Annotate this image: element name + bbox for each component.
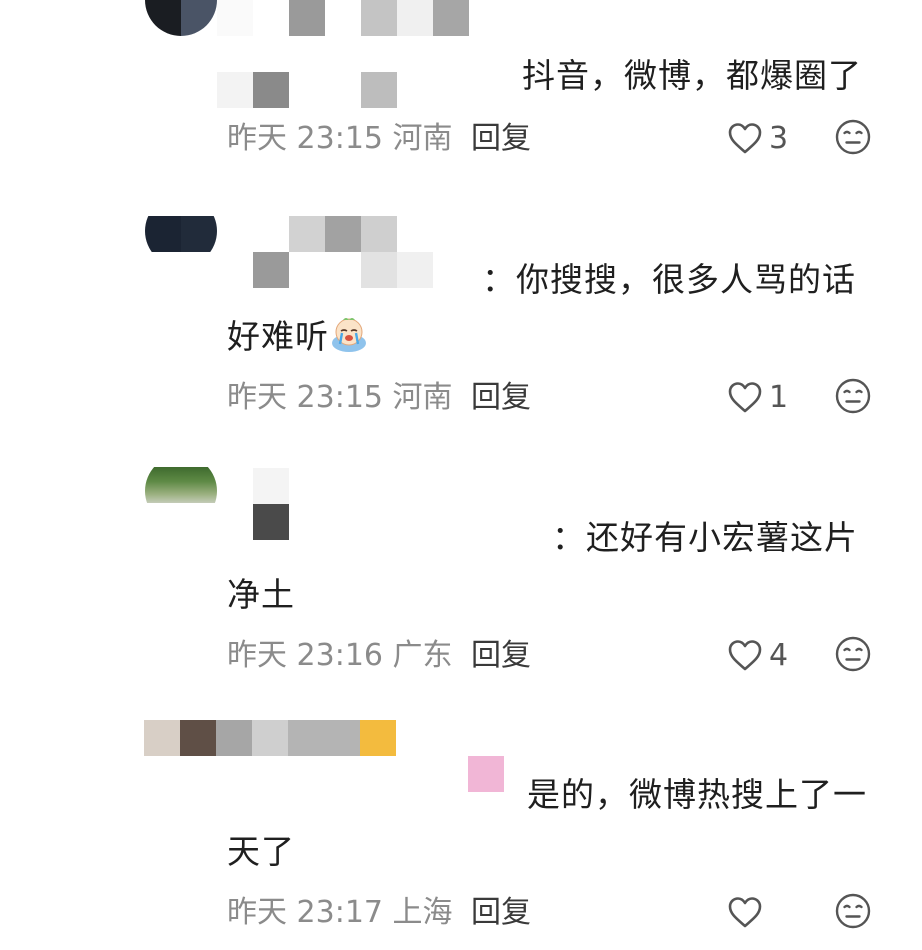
comment-timestamp: 昨天 23:15	[227, 121, 383, 156]
comment-text: ：你搜搜，很多人骂的话 好难听	[227, 251, 874, 365]
comment-meta: 昨天 23:15 河南 回复 3	[227, 117, 882, 161]
like-count: 3	[769, 121, 789, 156]
comment-location: 河南	[392, 121, 453, 156]
avatar[interactable]	[145, 455, 217, 527]
comment-time: 昨天 23:15 河南	[227, 117, 453, 161]
heart-outline-icon[interactable]	[727, 380, 763, 416]
crying-face-emoji	[329, 314, 369, 354]
comment-item: ：还好有小宏薯这片 净土 昨天 23:16 广东 回复 4	[0, 455, 922, 695]
neutral-face-icon[interactable]	[834, 118, 872, 156]
comment-time: 昨天 23:15 河南	[227, 376, 453, 420]
neutral-face-icon[interactable]	[834, 892, 872, 930]
like-count: 1	[769, 380, 789, 415]
comment-text-line1: 抖音，微博，都爆圈了	[522, 56, 862, 95]
comment-text-line1: ：你搜搜，很多人骂的话	[482, 260, 856, 299]
neutral-face-icon[interactable]	[834, 377, 872, 415]
comment-text-line2-text: 好难听	[227, 317, 329, 356]
like-count: 4	[769, 638, 789, 673]
comment-text-line1: ：还好有小宏薯这片	[552, 518, 858, 557]
comment-location: 广东	[392, 638, 453, 673]
heart-outline-icon[interactable]	[727, 638, 763, 674]
reply-button[interactable]: 回复	[471, 634, 531, 678]
comment-timestamp: 昨天 23:17	[227, 895, 383, 930]
neutral-face-icon[interactable]	[834, 635, 872, 673]
reply-button[interactable]: 回复	[471, 117, 531, 161]
comment-time: 昨天 23:17 上海	[227, 891, 453, 935]
comment-text: 是的，微博热搜上了一 天了	[227, 766, 874, 880]
heart-outline-icon[interactable]	[727, 121, 763, 157]
reply-button[interactable]: 回复	[471, 376, 531, 420]
comment-text-line2: 好难听	[227, 308, 874, 365]
comment-time: 昨天 23:16 广东	[227, 634, 453, 678]
comment-item: 是的，微博热搜上了一 天了 昨天 23:17 上海 回复	[0, 712, 922, 950]
comment-meta: 昨天 23:17 上海 回复	[227, 891, 882, 935]
comment-text-line1: 是的，微博热搜上了一	[527, 775, 867, 814]
comment-item: ：你搜搜，很多人骂的话 好难听 昨天 23:15 河南 回复 1	[0, 195, 922, 435]
comment-text: ：还好有小宏薯这片 净土	[227, 509, 874, 623]
comment-location: 上海	[392, 895, 453, 930]
comment-timestamp: 昨天 23:16	[227, 638, 383, 673]
comment-meta: 昨天 23:16 广东 回复 4	[227, 634, 882, 678]
comment-text-line2: 天了	[227, 832, 295, 871]
comment-meta: 昨天 23:15 河南 回复 1	[227, 376, 882, 420]
comment-text-line2: 净土	[227, 575, 295, 614]
comment-item: 抖音，微博，都爆圈了 昨天 23:15 河南 回复 3	[0, 0, 922, 170]
comment-timestamp: 昨天 23:15	[227, 380, 383, 415]
reply-button[interactable]: 回复	[471, 891, 531, 935]
comment-location: 河南	[392, 380, 453, 415]
avatar[interactable]	[145, 0, 217, 36]
avatar[interactable]	[145, 195, 217, 267]
comment-text: 抖音，微博，都爆圈了	[522, 47, 874, 104]
heart-outline-icon[interactable]	[727, 895, 763, 931]
